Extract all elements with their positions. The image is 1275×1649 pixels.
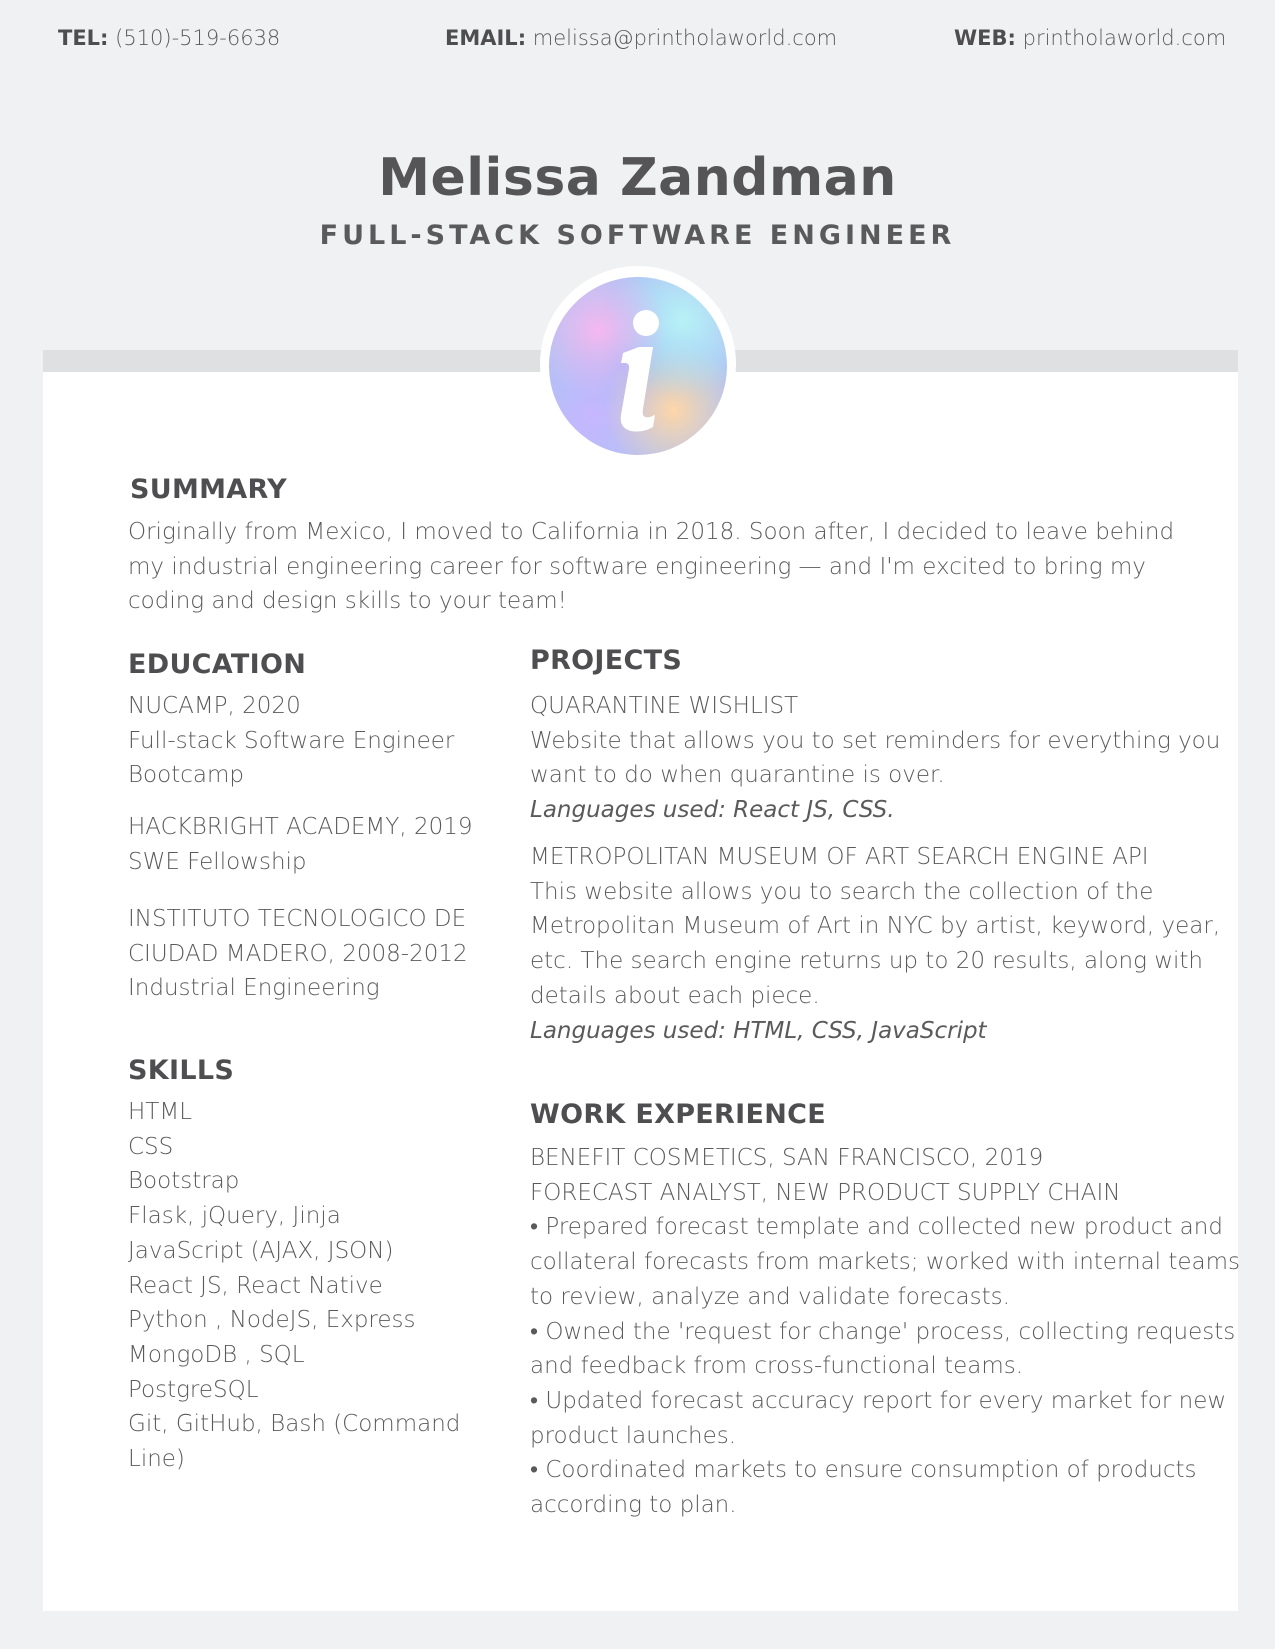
education-entry: HACKBRIGHT ACADEMY, 2019 SWE Fellowship [128, 810, 488, 879]
skill-item: MongoDB , SQL [128, 1341, 305, 1368]
work-bullet-line: to review, analyze and validate forecast… [530, 1283, 1010, 1310]
work-bullet-line: • Coordinated markets to ensure consumpt… [530, 1457, 1197, 1484]
education-line: HACKBRIGHT ACADEMY, 2019 [128, 814, 473, 840]
education-entry: NUCAMP, 2020 Full-stack Software Enginee… [128, 689, 488, 793]
project-description-line: details about each piece. [530, 982, 820, 1009]
education-line: SWE Fellowship [128, 848, 307, 875]
work-entry: BENEFIT COSMETICS, SAN FRANCISCO, 2019 F… [530, 1141, 1241, 1523]
project-entry: QUARANTINE WISHLIST Website that allows … [530, 689, 1221, 828]
work-experience-heading: WORK EXPERIENCE [530, 1099, 826, 1130]
project-description-line: want to do when quarantine is over. [530, 762, 945, 789]
project-name: METROPOLITAN MUSEUM OF ART SEARCH ENGINE… [530, 844, 1149, 870]
skill-item: Flask, jQuery, Jinja [128, 1203, 341, 1230]
skill-item: React JS, React Native [128, 1272, 383, 1299]
skill-item: Git, GitHub, Bash (Command [128, 1411, 461, 1438]
resume-name: Melissa Zandman [378, 148, 897, 208]
work-bullet-line: collateral forecasts from markets; worke… [530, 1249, 1241, 1276]
project-languages: Languages used: HTML, CSS, JavaScript [530, 1017, 987, 1044]
project-languages: Languages used: React JS, CSS. [530, 797, 895, 824]
work-company: BENEFIT COSMETICS, SAN FRANCISCO, 2019 [530, 1145, 1044, 1171]
work-bullet-line: • Updated forecast accuracy report for e… [530, 1387, 1227, 1414]
education-line: CIUDAD MADERO, 2008-2012 [128, 940, 468, 967]
project-description-line: Website that allows you to set reminders… [530, 727, 1221, 754]
skill-item: HTML [128, 1099, 193, 1125]
email-value: melissa@printholaworld.com [532, 26, 838, 50]
education-heading: EDUCATION [128, 649, 307, 680]
work-bullet-line: product launches. [530, 1422, 737, 1449]
contact-phone: TEL: (510)-519-6638 [58, 26, 280, 50]
work-bullet-line: according to plan. [530, 1492, 737, 1519]
resume-job-title: FULL-STACK SOFTWARE ENGINEER [319, 220, 956, 251]
info-icon [620, 310, 659, 432]
education-line: Industrial Engineering [128, 975, 380, 1002]
projects-heading: PROJECTS [530, 645, 683, 676]
project-description-line: etc. The search engine returns up to 20 … [530, 948, 1203, 975]
project-entry: METROPOLITAN MUSEUM OF ART SEARCH ENGINE… [530, 840, 1221, 1048]
education-line: NUCAMP, 2020 [128, 693, 301, 719]
skill-item: Bootstrap [128, 1168, 240, 1195]
work-role: FORECAST ANALYST, NEW PRODUCT SUPPLY CHA… [530, 1179, 1121, 1206]
work-bullet-line: and feedback from cross-functional teams… [530, 1353, 1024, 1380]
summary-heading: SUMMARY [130, 474, 287, 505]
education-line: Bootcamp [128, 762, 244, 789]
project-name: QUARANTINE WISHLIST [530, 693, 799, 719]
avatar [549, 277, 727, 455]
web-label: WEB: [954, 26, 1016, 50]
skill-item: JavaScript (AJAX, JSON) [128, 1237, 394, 1264]
work-bullet-line: • Owned the 'request for change' process… [530, 1318, 1236, 1345]
work-bullet-line: • Prepared forecast template and collect… [530, 1214, 1223, 1241]
contact-email: EMAIL: melissa@printholaworld.com [445, 26, 837, 50]
skill-item: PostgreSQL [128, 1376, 259, 1403]
skills-list: HTML CSS Bootstrap Flask, jQuery, Jinja … [128, 1095, 488, 1477]
skill-item: Python , NodeJS, Express [128, 1307, 416, 1334]
education-line: INSTITUTO TECNOLOGICO DE [128, 906, 467, 932]
project-description-line: This website allows you to search the co… [530, 878, 1154, 905]
education-entry: INSTITUTO TECNOLOGICO DE CIUDAD MADERO, … [128, 902, 488, 1006]
email-label: EMAIL: [445, 26, 527, 50]
contact-web: WEB: printholaworld.com [954, 26, 1226, 50]
education-line: Full-stack Software Engineer [128, 727, 455, 754]
web-value: printholaworld.com [1022, 26, 1227, 50]
skill-item: Line) [128, 1446, 185, 1473]
phone-value: (510)-519-6638 [115, 26, 281, 50]
phone-label: TEL: [58, 26, 109, 50]
summary-text: Originally from Mexico, I moved to Calif… [128, 519, 1175, 615]
skills-heading: SKILLS [128, 1055, 235, 1086]
skill-item: CSS [128, 1133, 174, 1160]
project-description-line: Metropolitan Museum of Art in NYC by art… [530, 913, 1221, 940]
